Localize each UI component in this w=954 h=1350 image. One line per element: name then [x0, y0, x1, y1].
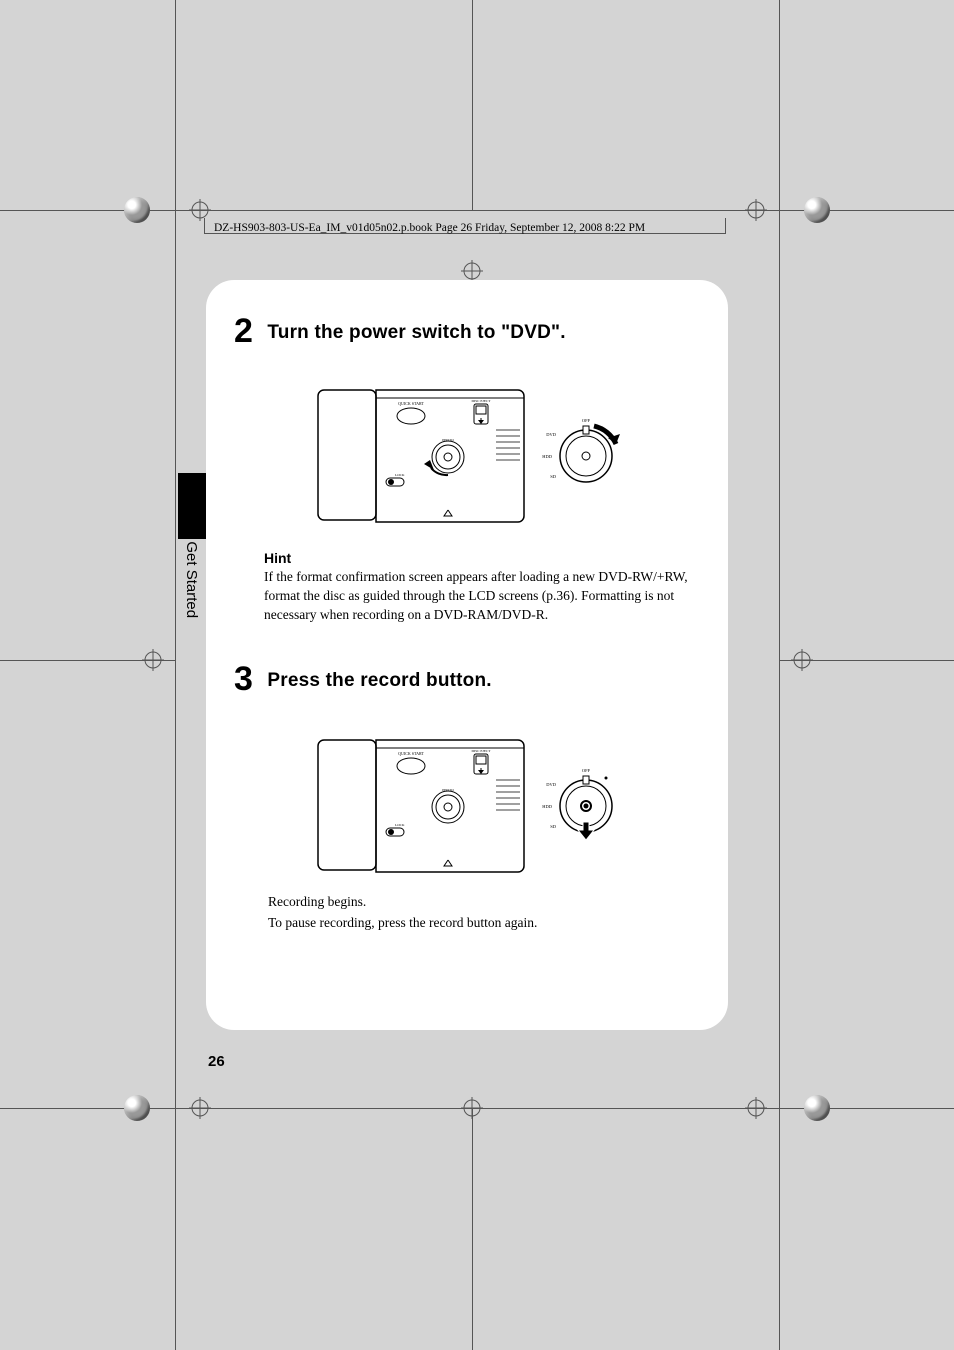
crop-line [472, 1108, 473, 1350]
printer-target-icon [804, 197, 830, 223]
step-2-heading: 2 Turn the power switch to "DVD". [234, 312, 566, 351]
body-line: Recording begins. [268, 892, 698, 913]
registration-mark-icon [745, 199, 767, 221]
crop-line [472, 0, 473, 210]
svg-text:DISC EJECT: DISC EJECT [472, 749, 492, 753]
crop-line [175, 210, 779, 211]
running-head: DZ-HS903-803-US-Ea_IM_v01d05n02.p.book P… [214, 222, 645, 234]
svg-text:PHOTO: PHOTO [442, 788, 454, 792]
body-text: Recording begins. To pause recording, pr… [268, 892, 698, 934]
printer-target-icon [804, 1095, 830, 1121]
page-number: 26 [208, 1053, 225, 1070]
svg-text:HDD: HDD [542, 804, 552, 809]
registration-mark-icon [745, 1097, 767, 1119]
crop-line [779, 0, 780, 1350]
svg-text:SD: SD [550, 824, 557, 829]
svg-text:DISC EJECT: DISC EJECT [472, 399, 492, 403]
page-background: DZ-HS903-803-US-Ea_IM_v01d05n02.p.book P… [0, 0, 954, 1350]
hint-title: Hint [264, 550, 694, 566]
svg-text:HDD: HDD [542, 454, 552, 459]
svg-text:DVD: DVD [546, 782, 556, 787]
svg-text:SD: SD [550, 474, 557, 479]
hint-box: Hint If the format confirmation screen a… [264, 550, 694, 625]
step-number: 3 [234, 660, 253, 699]
svg-text:LOCK: LOCK [395, 473, 405, 477]
registration-mark-icon [461, 260, 483, 282]
step-title: Press the record button. [267, 670, 491, 691]
section-label: Let's Get Started [178, 506, 200, 618]
printer-target-icon [124, 197, 150, 223]
step-number: 2 [234, 312, 253, 351]
registration-mark-icon [189, 1097, 211, 1119]
printer-target-icon [124, 1095, 150, 1121]
svg-text:OFF: OFF [582, 418, 591, 423]
step-3-heading: 3 Press the record button. [234, 660, 492, 699]
body-line: To pause recording, press the record but… [268, 913, 698, 934]
svg-text:DVD: DVD [546, 432, 556, 437]
svg-text:OFF: OFF [582, 768, 591, 773]
content-card: 2 Turn the power switch to "DVD". QUICK … [206, 280, 728, 1030]
crop-line [175, 0, 176, 1350]
svg-text:QUICK START: QUICK START [398, 751, 424, 756]
camcorder-illustration: QUICK START DISC EJECT PHOTO LOCK [316, 360, 646, 530]
registration-mark-icon [142, 649, 164, 671]
svg-text:PHOTO: PHOTO [442, 438, 454, 442]
svg-text:LOCK: LOCK [395, 823, 405, 827]
camcorder-illustration: QUICK START DISC EJECT PHOTO LOCK [316, 710, 646, 880]
registration-mark-icon [791, 649, 813, 671]
registration-mark-icon [461, 1097, 483, 1119]
hint-body: If the format confirmation screen appear… [264, 568, 694, 625]
step-title: Turn the power switch to "DVD". [267, 322, 565, 343]
svg-text:QUICK START: QUICK START [398, 401, 424, 406]
